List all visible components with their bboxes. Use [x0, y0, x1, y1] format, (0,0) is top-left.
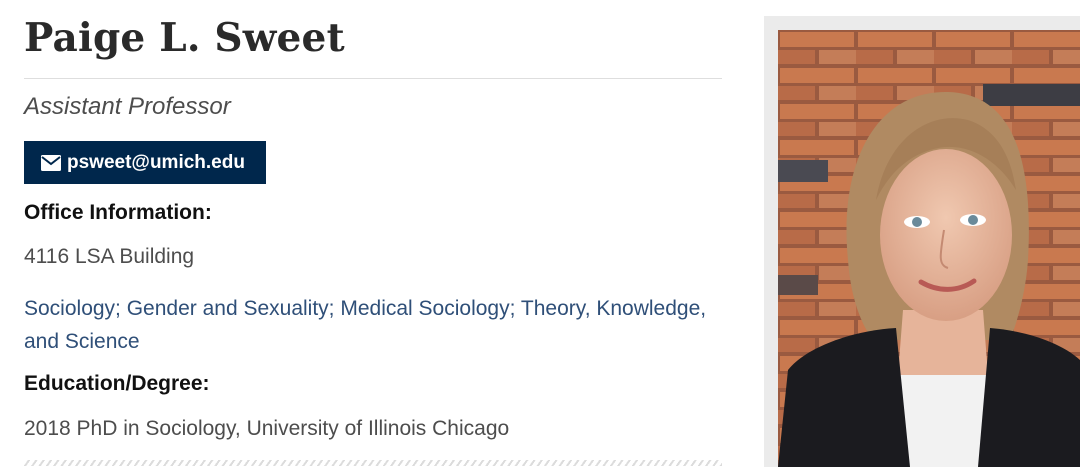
section-divider — [24, 460, 722, 466]
profile-photo — [778, 30, 1080, 467]
email-button[interactable]: psweet@umich.edu — [24, 141, 266, 184]
research-areas[interactable]: Sociology; Gender and Sexuality; Medical… — [24, 292, 714, 358]
education-value: 2018 PhD in Sociology, University of Ill… — [24, 417, 510, 440]
office-info-label: Office Information: — [24, 201, 212, 224]
profile-title: Assistant Professor — [24, 93, 231, 120]
envelope-icon — [41, 154, 67, 171]
office-location: 4116 LSA Building — [24, 245, 195, 268]
education-label: Education/Degree: — [24, 372, 210, 395]
name-divider — [24, 78, 722, 79]
profile-name: Paige L. Sweet — [24, 15, 345, 61]
email-address: psweet@umich.edu — [67, 151, 245, 173]
faculty-profile: Paige L. Sweet Assistant Professor pswee… — [0, 0, 1080, 467]
